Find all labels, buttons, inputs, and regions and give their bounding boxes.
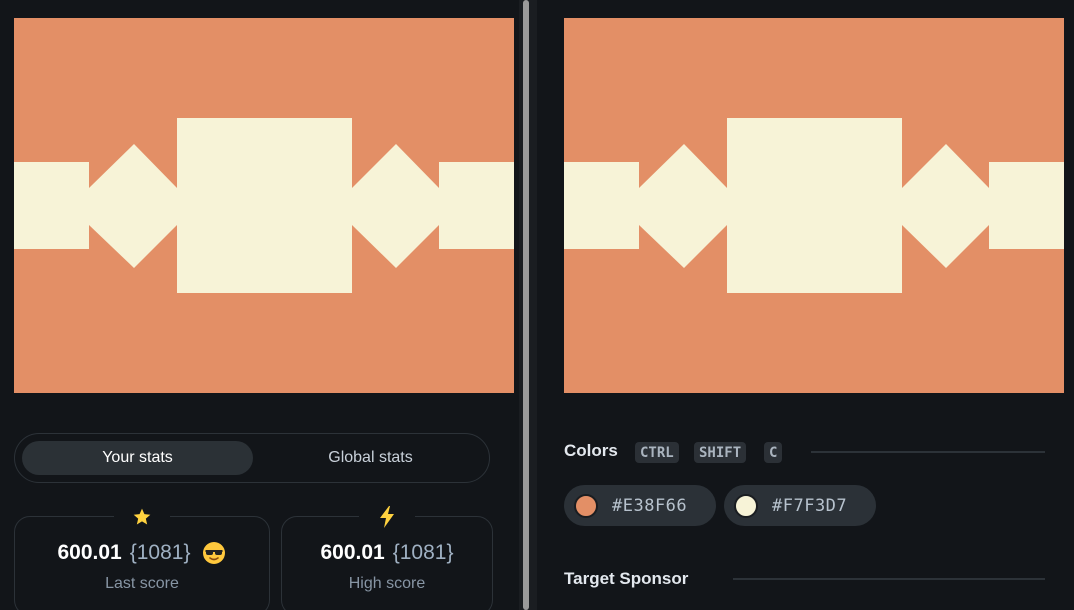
- high-score-caption: High score: [348, 575, 426, 592]
- kbd-ctrl: CTRL: [635, 442, 679, 463]
- color-dot-1: [574, 493, 598, 518]
- output-panel: Your stats Global stats 600.01 {1081} La…: [0, 0, 519, 610]
- sunglasses-emoji-icon: [202, 541, 226, 565]
- target-panel: Colors CTRL SHIFT C #E38F66 #F7F3D7 Targ…: [537, 0, 1074, 610]
- colors-title: Colors: [564, 441, 618, 460]
- colors-divider-line: [811, 451, 1045, 453]
- color-swatch-2[interactable]: #F7F3D7: [724, 485, 876, 526]
- tab-global-stats[interactable]: Global stats: [255, 441, 486, 475]
- battle-screen: Your stats Global stats 600.01 {1081} La…: [0, 0, 1074, 610]
- color-hex-2: #F7F3D7: [772, 495, 848, 516]
- split-divider[interactable]: [519, 0, 537, 610]
- kbd-shift: SHIFT: [694, 442, 747, 463]
- last-score-card: 600.01 {1081} Last score: [14, 505, 270, 610]
- high-score-chars: {1081}: [392, 541, 454, 564]
- color-swatch-1[interactable]: #E38F66: [564, 485, 716, 526]
- last-score-caption: Last score: [105, 575, 179, 592]
- lightning-icon: [359, 505, 415, 529]
- kbd-c: C: [764, 442, 783, 463]
- output-render: [14, 18, 514, 393]
- color-hex-1: #E38F66: [612, 495, 688, 516]
- last-score-value: 600.01: [57, 541, 122, 564]
- high-score-line: 600.01 {1081}: [282, 541, 492, 565]
- target-canvas: [564, 18, 1064, 393]
- last-score-line: 600.01 {1081}: [15, 541, 269, 565]
- last-score-chars: {1081}: [129, 541, 191, 564]
- star-icon: [114, 505, 170, 529]
- color-dot-2: [734, 493, 758, 518]
- divider-handle[interactable]: [523, 0, 529, 610]
- target-render: [564, 18, 1064, 393]
- tab-your-stats[interactable]: Your stats: [22, 441, 253, 475]
- high-score-value: 600.01: [320, 541, 385, 564]
- sponsor-divider-line: [733, 578, 1045, 580]
- stats-tabs: Your stats Global stats: [14, 433, 490, 483]
- target-sponsor-title: Target Sponsor: [564, 569, 689, 588]
- high-score-card: 600.01 {1081} High score: [281, 505, 493, 610]
- output-canvas[interactable]: [14, 18, 514, 393]
